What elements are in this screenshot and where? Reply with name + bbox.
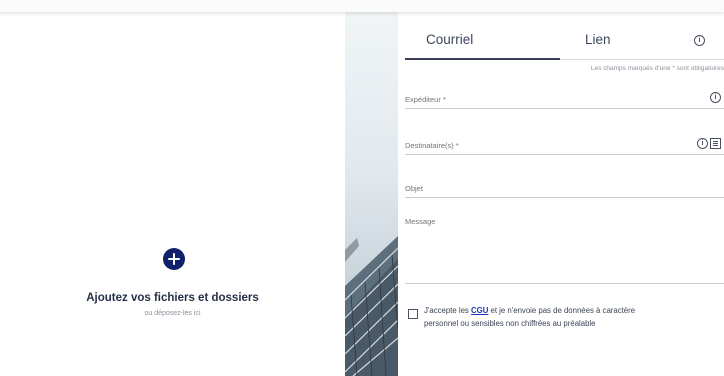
subject-input[interactable] bbox=[405, 179, 724, 197]
tab-link[interactable]: Lien bbox=[585, 32, 611, 47]
message-field[interactable] bbox=[405, 217, 724, 284]
list-icon[interactable] bbox=[710, 138, 721, 149]
top-bar bbox=[0, 0, 724, 12]
consent-text: J'accepte les CGU et je n'envoie pas de … bbox=[424, 304, 724, 330]
transfer-form: Courriel Lien i Les champs marqués d'une… bbox=[398, 12, 724, 376]
message-input[interactable] bbox=[405, 217, 724, 283]
tab-active-indicator bbox=[405, 58, 560, 60]
background-photo bbox=[345, 0, 398, 376]
consent-checkbox[interactable] bbox=[408, 309, 418, 319]
sender-field[interactable]: i bbox=[405, 90, 724, 109]
cgu-link[interactable]: CGU bbox=[471, 306, 488, 315]
sender-input[interactable] bbox=[405, 90, 724, 108]
tab-divider bbox=[560, 59, 724, 60]
tab-email[interactable]: Courriel bbox=[426, 32, 473, 47]
info-icon[interactable]: i bbox=[694, 35, 705, 46]
upload-dropzone[interactable]: Ajoutez vos fichiers et dossiers ou dépo… bbox=[0, 12, 345, 376]
recipients-field[interactable]: i bbox=[405, 136, 724, 155]
upload-title: Ajoutez vos fichiers et dossiers bbox=[86, 292, 259, 304]
info-icon[interactable]: i bbox=[697, 138, 708, 149]
recipients-input[interactable] bbox=[405, 136, 724, 154]
required-fields-note: Les champs marqués d'une * sont obligato… bbox=[590, 65, 724, 72]
subject-field[interactable] bbox=[405, 179, 724, 198]
consent-line1-suffix: et je n'envoie pas de données à caractèr… bbox=[490, 306, 636, 315]
plus-circle-icon[interactable] bbox=[163, 248, 185, 270]
info-icon[interactable]: i bbox=[710, 92, 721, 103]
consent-prefix: J'accepte les bbox=[424, 306, 469, 315]
consent-line2: personnel ou sensibles non chiffrées au … bbox=[424, 319, 596, 328]
upload-subtitle: ou déposez-les ici bbox=[144, 310, 201, 317]
